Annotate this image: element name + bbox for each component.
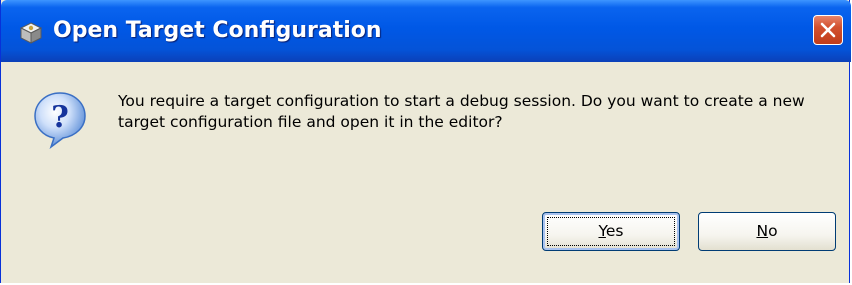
close-icon <box>820 22 836 38</box>
dialog-message: You require a target configuration to st… <box>118 92 805 131</box>
close-button[interactable] <box>813 15 843 45</box>
yes-button[interactable]: Yes <box>542 212 680 251</box>
window-title: Open Target Configuration <box>53 18 382 43</box>
dialog-window: Open Target Configuration ? You require … <box>0 0 851 283</box>
no-label-rest: o <box>768 222 778 240</box>
title-bar[interactable]: Open Target Configuration <box>1 0 851 62</box>
focus-rectangle <box>547 217 675 246</box>
app-cube-icon <box>20 22 42 44</box>
question-icon: ? <box>34 92 86 149</box>
svg-text:?: ? <box>51 100 69 135</box>
dialog-body: ? You require a target configuration to … <box>1 62 849 283</box>
no-accelerator: N <box>756 222 769 240</box>
no-button[interactable]: No <box>698 212 836 251</box>
